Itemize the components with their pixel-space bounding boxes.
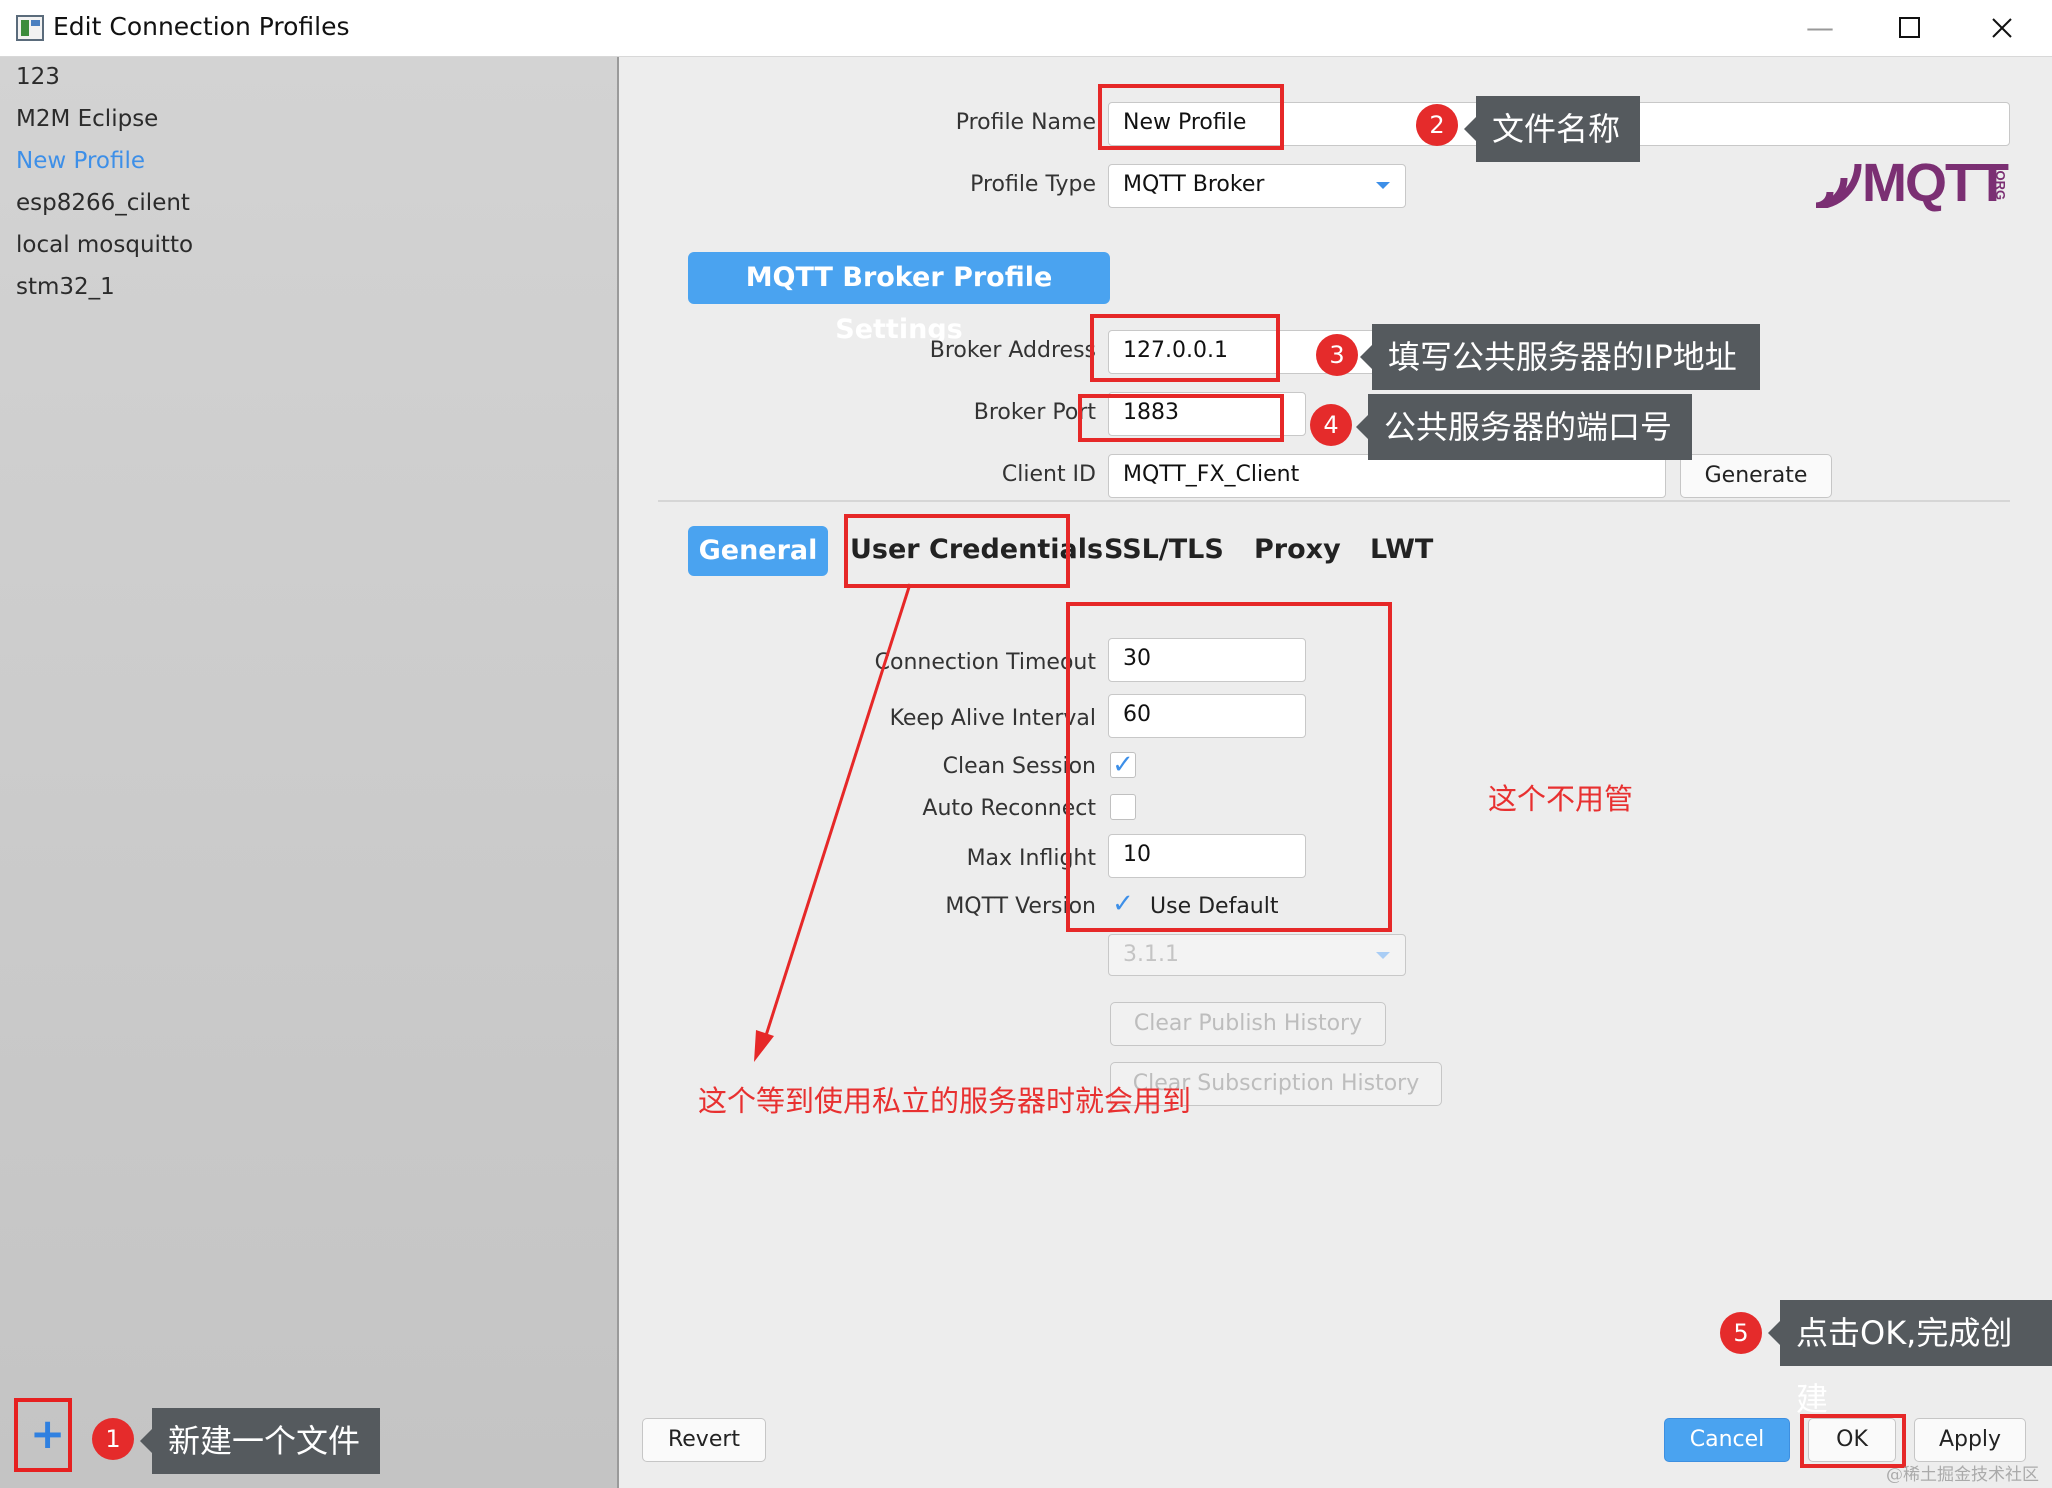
annotation-arrow-icon [754, 583, 912, 1062]
mqtt-version-value: 3.1.1 [1123, 942, 1179, 967]
broker-settings-header: MQTT Broker Profile Settings [688, 252, 1110, 345]
tab-general[interactable]: General [688, 526, 828, 576]
note-user-credentials: 这个等到使用私立的服务器时就会用到 [698, 1084, 1192, 1118]
profile-list-sidebar [0, 57, 619, 1488]
mqtt-logo-org: .ORG [1993, 166, 2009, 201]
callout-broker-ip: 填写公共服务器的IP地址 [1360, 324, 1760, 390]
profile-list-item[interactable]: esp8266_cilent [16, 190, 190, 216]
apply-button[interactable]: Apply [1914, 1418, 2026, 1462]
mqtt-logo: MQTT .ORG [1812, 153, 2012, 213]
title-bar: Edit Connection Profiles — [0, 0, 2052, 57]
mqtt-logo-text: MQTT [1862, 153, 2009, 213]
mqtt-version-select[interactable]: 3.1.1 [1108, 934, 1406, 976]
clear-publish-history-button[interactable]: Clear Publish History [1110, 1002, 1386, 1046]
profile-list-item[interactable]: 123 [16, 64, 60, 90]
profile-type-value: MQTT Broker [1123, 172, 1265, 197]
profile-list-item[interactable]: stm32_1 [16, 274, 115, 300]
tab-ssl-tls[interactable]: SSL/TLS [1104, 534, 1224, 565]
section-divider [658, 500, 2010, 502]
callout-file-name: 文件名称 [1464, 96, 1640, 162]
general-fields-highlight [1066, 602, 1392, 932]
chevron-down-icon [1375, 165, 1391, 219]
maximize-icon[interactable] [1880, 8, 1940, 48]
step-badge: 3 [1316, 334, 1358, 376]
profile-type-select[interactable]: MQTT Broker [1108, 164, 1406, 208]
step-badge: 5 [1720, 1312, 1762, 1354]
broker-port-label: Broker Port [973, 400, 1096, 425]
note-ignore-general: 这个不用管 [1488, 782, 1634, 816]
close-icon[interactable] [1972, 8, 2032, 48]
plus-icon[interactable]: + [30, 1410, 65, 1458]
client-id-input[interactable]: MQTT_FX_Client [1108, 454, 1666, 498]
tab-proxy[interactable]: Proxy [1254, 534, 1341, 565]
profile-list-item[interactable]: local mosquitto [16, 232, 193, 258]
step-badge: 2 [1416, 104, 1458, 146]
broker-address-label: Broker Address [929, 338, 1096, 363]
profile-list-item[interactable]: M2M Eclipse [16, 106, 158, 132]
callout-new-file: 新建一个文件 [140, 1408, 380, 1474]
tab-lwt[interactable]: LWT [1370, 534, 1433, 565]
client-id-label: Client ID [1001, 462, 1096, 487]
watermark: @稀土掘金技术社区 [1886, 1465, 2039, 1485]
minimize-icon[interactable]: — [1790, 8, 1850, 48]
profile-name-highlight [1098, 84, 1284, 150]
generate-button[interactable]: Generate [1680, 454, 1832, 498]
broker-address-highlight [1090, 314, 1280, 382]
step-badge: 4 [1310, 404, 1352, 446]
chevron-down-icon [1375, 935, 1391, 989]
callout-broker-port: 公共服务器的端口号 [1356, 394, 1692, 460]
profile-list-item-active[interactable]: New Profile [16, 148, 145, 174]
profile-name-label: Profile Name [955, 110, 1096, 135]
cancel-button[interactable]: Cancel [1664, 1418, 1790, 1462]
step-badge: 1 [92, 1418, 134, 1460]
app-icon [16, 15, 44, 41]
callout-click-ok: 点击OK,完成创建 [1768, 1300, 2052, 1418]
revert-button[interactable]: Revert [642, 1418, 766, 1462]
profile-type-label: Profile Type [970, 172, 1096, 197]
broker-port-highlight [1078, 394, 1284, 442]
user-credentials-highlight [844, 514, 1070, 588]
window-title: Edit Connection Profiles [53, 12, 350, 41]
